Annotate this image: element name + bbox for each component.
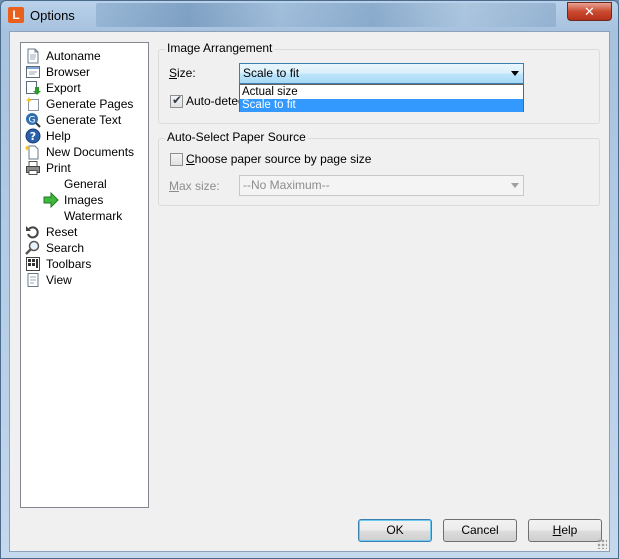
document-icon [27, 48, 39, 64]
auto-detect-checkbox[interactable]: ✔ [170, 93, 183, 108]
max-size-label: Max size: [169, 179, 220, 193]
tree-item-label: View [46, 273, 72, 287]
generate-text-icon: G [26, 113, 41, 128]
size-label: Size: [169, 66, 196, 80]
close-button[interactable]: ✕ [567, 2, 612, 21]
choose-paper-source-checkbox[interactable] [170, 153, 183, 166]
search-icon [25, 240, 40, 255]
ok-button[interactable]: OK [358, 519, 432, 542]
tree-item-label: Browser [46, 65, 91, 79]
chevron-down-icon[interactable] [511, 71, 519, 76]
tree-item-label: Print [46, 161, 71, 175]
window-title: Options [30, 8, 75, 23]
resize-grip[interactable] [597, 539, 607, 549]
tree-item-label: Export [46, 81, 81, 95]
tree-item-label: Toolbars [46, 257, 92, 271]
max-size-select-value: --No Maximum-- [243, 178, 330, 192]
tree-item-label: New Documents [46, 145, 135, 159]
help-icon: ? [25, 128, 41, 144]
background-taskbar-strip [96, 3, 556, 27]
reset-icon [26, 226, 39, 239]
toolbars-icon [26, 257, 40, 271]
export-icon [26, 81, 41, 95]
printer-icon [26, 161, 40, 175]
tree-item-label: Help [46, 129, 71, 143]
title-bar[interactable]: L Options ✕ [1, 1, 618, 31]
group-title: Image Arrangement [165, 41, 275, 55]
green-arrow-icon [43, 192, 59, 208]
generate-pages-icon [26, 97, 39, 111]
tree-item-label: Generate Pages [46, 97, 134, 111]
option-actual-size[interactable]: Actual size [240, 86, 523, 99]
size-select[interactable]: Scale to fit [239, 63, 524, 84]
category-tree[interactable]: Autoname Browser Export Generate Pages G… [20, 42, 149, 508]
close-icon: ✕ [584, 4, 595, 19]
tree-item-label: General [64, 177, 107, 191]
svg-text:G: G [29, 116, 36, 126]
tree-item-label: Images [64, 193, 104, 207]
view-icon [27, 273, 39, 287]
size-select-value: Scale to fit [243, 66, 300, 80]
option-scale-to-fit[interactable]: Scale to fit [240, 99, 523, 112]
options-dialog: L Options ✕ Autoname Browser Export Gene… [0, 0, 619, 559]
tree-item-label: Watermark [64, 209, 123, 223]
max-size-select: --No Maximum-- [239, 175, 524, 196]
browser-icon [26, 66, 40, 78]
checkmark-icon: ✔ [172, 93, 183, 107]
tree-item-label: Search [46, 241, 85, 255]
choose-paper-source-label[interactable]: Choose paper source by page size [186, 152, 371, 166]
new-documents-icon [25, 145, 39, 160]
tree-item-label: Reset [46, 225, 78, 239]
size-dropdown-list[interactable]: Actual size Scale to fit [239, 84, 524, 112]
cancel-button[interactable]: Cancel [443, 519, 517, 542]
dialog-body: Autoname Browser Export Generate Pages G… [9, 31, 610, 552]
tree-item-label: Generate Text [46, 113, 122, 127]
svg-text:?: ? [30, 130, 36, 143]
chevron-down-icon [511, 183, 519, 188]
tree-item-label: Autoname [46, 49, 101, 63]
help-button[interactable]: Help [528, 519, 602, 542]
app-logo-icon: L [8, 7, 24, 23]
auto-detect-label[interactable]: Auto-detec [186, 94, 244, 108]
group-title: Auto-Select Paper Source [165, 130, 308, 144]
